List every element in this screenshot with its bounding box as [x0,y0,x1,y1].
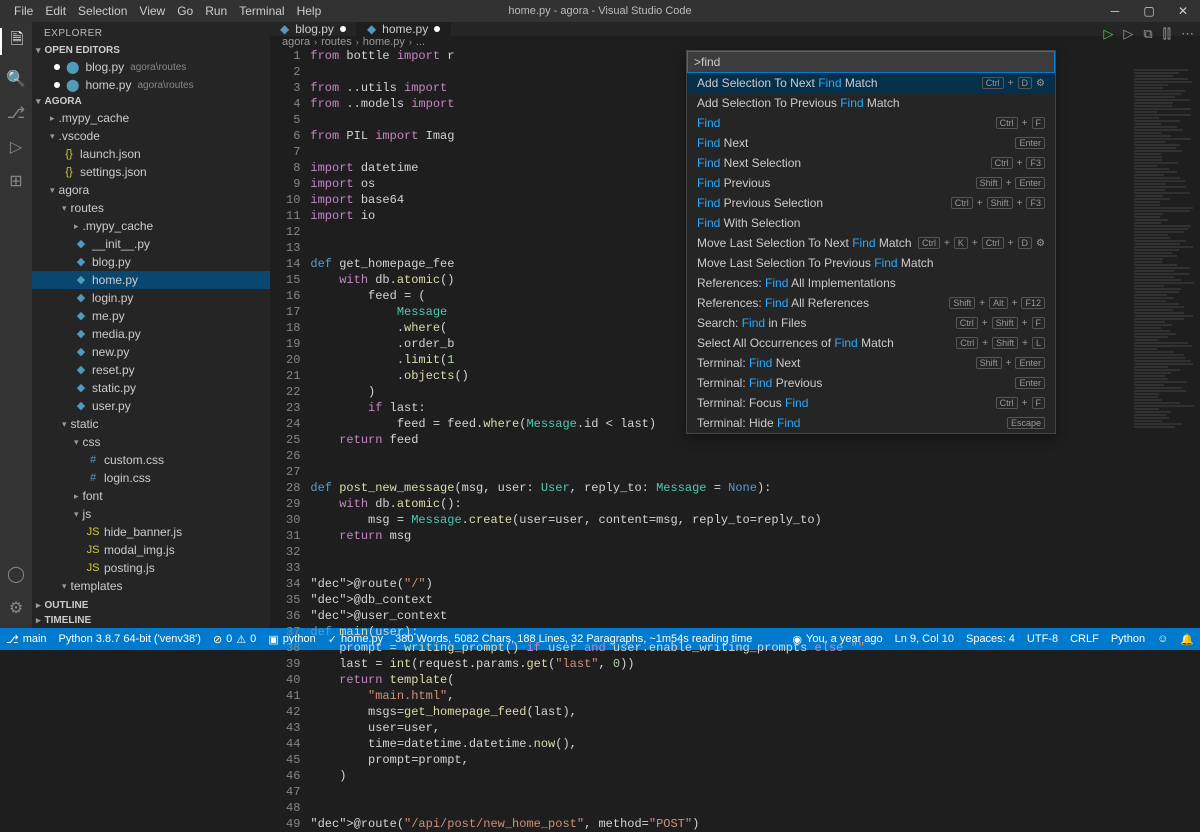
file-item[interactable]: ◆me.py [32,307,270,325]
outline-section[interactable]: ▸OUTLINE [32,598,270,613]
palette-item[interactable]: Find NextEnter [687,133,1055,153]
open-editor-item[interactable]: ⬤blog.py agora\routes [32,58,270,76]
source-control-icon[interactable]: ⎇ [7,103,25,123]
status-branch[interactable]: ⎇ main [6,633,47,646]
palette-item[interactable]: Search: Find in FilesCtrl + Shift + F [687,313,1055,333]
folder-item[interactable]: ▾static [32,415,270,433]
file-item[interactable]: #login.css [32,469,270,487]
gear-icon: ⚙ [1036,78,1045,89]
extensions-icon[interactable]: ⊞ [9,171,22,191]
file-item[interactable]: {}launch.json [32,145,270,163]
maximize-icon[interactable]: ▢ [1132,4,1166,18]
menu-file[interactable]: File [8,2,39,20]
sidebar-title: EXPLORER [32,22,270,43]
file-item[interactable]: ◆user.py [32,397,270,415]
palette-item[interactable]: Find Next SelectionCtrl + F3 [687,153,1055,173]
menu-go[interactable]: Go [171,2,199,20]
more-icon[interactable]: ⋯ [1181,26,1194,42]
menu-edit[interactable]: Edit [39,2,72,20]
close-icon[interactable]: ✕ [1166,4,1200,18]
titlebar: FileEditSelectionViewGoRunTerminalHelp h… [0,0,1200,22]
file-item[interactable]: #custom.css [32,451,270,469]
palette-item[interactable]: Select All Occurrences of Find MatchCtrl… [687,333,1055,353]
timeline-section[interactable]: ▸TIMELINE [32,613,270,628]
run-alt-icon[interactable]: ▷ [1123,26,1133,42]
file-item[interactable]: {}settings.json [32,163,270,181]
palette-item[interactable]: Terminal: Find NextShift + Enter [687,353,1055,373]
explorer-icon[interactable]: 🗎 [0,28,32,55]
accounts-icon[interactable]: ◯ [7,564,25,584]
settings-gear-icon[interactable]: ⚙ [9,598,23,618]
folder-item[interactable]: ▾agora [32,181,270,199]
file-item[interactable]: ◆blog.py [32,253,270,271]
command-palette: Add Selection To Next Find MatchCtrl + D… [686,50,1056,434]
palette-item[interactable]: Find With Selection [687,213,1055,233]
file-item[interactable]: ◆new.py [32,343,270,361]
palette-item[interactable]: Add Selection To Next Find MatchCtrl + D… [687,73,1055,93]
folder-item[interactable]: ▾js [32,505,270,523]
editor: ◆blog.py◆home.py ▷ ▷ ⧉ ⫿⫿ ⋯ agora › rout… [270,22,1200,628]
menu-view[interactable]: View [133,2,171,20]
folder-item[interactable]: ▸font [32,487,270,505]
folder-section[interactable]: ▾AGORA [32,94,270,109]
editor-actions: ▷ ▷ ⧉ ⫿⫿ ⋯ [1103,26,1194,42]
main-menu: FileEditSelectionViewGoRunTerminalHelp [0,2,327,20]
minimap[interactable] [1130,68,1200,628]
palette-item[interactable]: Add Selection To Previous Find Match [687,93,1055,113]
folder-item[interactable]: ▸.mypy_cache [32,217,270,235]
file-item[interactable]: ◆__init__.py [32,235,270,253]
command-palette-input[interactable] [687,51,1055,73]
palette-item[interactable]: Terminal: Focus FindCtrl + F [687,393,1055,413]
minimize-icon[interactable]: ─ [1098,4,1132,18]
line-gutter: 1234567891011121314151617181920212223242… [270,48,310,832]
file-item[interactable]: JSposting.js [32,559,270,577]
window-controls: ─ ▢ ✕ [1098,4,1200,18]
file-item[interactable]: JShide_banner.js [32,523,270,541]
status-errors[interactable]: ⊘ 0 ⚠ 0 [213,633,256,646]
menu-terminal[interactable]: Terminal [233,2,290,20]
palette-item[interactable]: References: Find All ReferencesShift + A… [687,293,1055,313]
folder-item[interactable]: ▸.mypy_cache [32,109,270,127]
file-item[interactable]: ◆static.py [32,379,270,397]
folder-item[interactable]: ▾templates [32,577,270,595]
search-icon[interactable]: 🔍 [6,69,26,89]
palette-item[interactable]: References: Find All Implementations [687,273,1055,293]
split-icon[interactable]: ⧉ [1143,26,1152,42]
folder-item[interactable]: ▾css [32,433,270,451]
file-item[interactable]: ◆reset.py [32,361,270,379]
run-debug-icon[interactable]: ▷ [10,137,22,157]
activity-bar: 🗎 🔍 ⎇ ▷ ⊞ ◯ ⚙ [0,22,32,628]
gear-icon: ⚙ [1036,238,1045,249]
folder-item[interactable]: ▾.vscode [32,127,270,145]
file-item[interactable]: ◆home.py [32,271,270,289]
palette-item[interactable]: Terminal: Hide FindEscape [687,413,1055,433]
palette-item[interactable]: Find Previous SelectionCtrl + Shift + F3 [687,193,1055,213]
palette-item[interactable]: Find PreviousShift + Enter [687,173,1055,193]
open-editor-item[interactable]: ⬤home.py agora\routes [32,76,270,94]
menu-selection[interactable]: Selection [72,2,133,20]
menu-run[interactable]: Run [199,2,233,20]
status-interpreter[interactable]: Python 3.8.7 64-bit ('venv38') [59,633,201,645]
menu-help[interactable]: Help [291,2,328,20]
editor-tabs: ◆blog.py◆home.py [270,22,1200,36]
diff-icon[interactable]: ⫿⫿ [1163,26,1171,42]
sidebar: EXPLORER ▾OPEN EDITORS ⬤blog.py agora\ro… [32,22,270,628]
palette-item[interactable]: FindCtrl + F [687,113,1055,133]
file-item[interactable]: ◆media.py [32,325,270,343]
file-item[interactable]: JSmodal_img.js [32,541,270,559]
palette-item[interactable]: Move Last Selection To Next Find MatchCt… [687,233,1055,253]
palette-item[interactable]: Move Last Selection To Previous Find Mat… [687,253,1055,273]
run-icon[interactable]: ▷ [1103,26,1113,42]
palette-item[interactable]: Terminal: Find PreviousEnter [687,373,1055,393]
open-editors-section[interactable]: ▾OPEN EDITORS [32,43,270,58]
breadcrumbs[interactable]: agora › routes › home.py › ... [270,36,1200,48]
tab-blog-py[interactable]: ◆blog.py [270,22,357,36]
window-title: home.py - agora - Visual Studio Code [508,5,691,17]
file-item[interactable]: ◆login.py [32,289,270,307]
folder-item[interactable]: ▾routes [32,199,270,217]
tab-home-py[interactable]: ◆home.py [357,22,451,36]
